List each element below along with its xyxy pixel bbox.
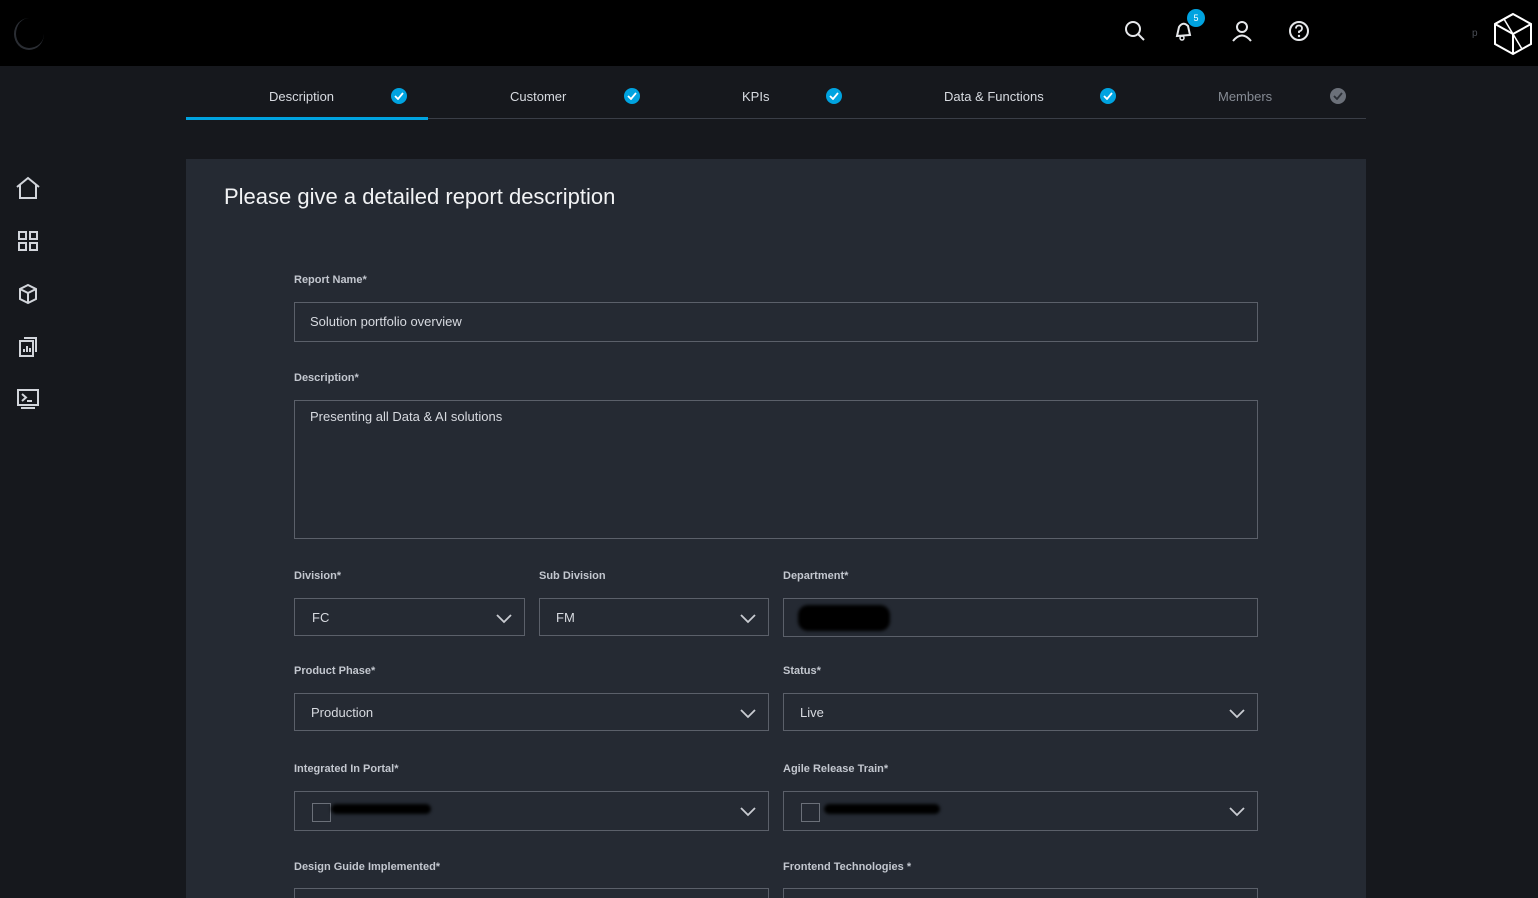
notification-badge: 5 (1187, 9, 1205, 27)
product-phase-label: Product Phase* (294, 665, 376, 677)
chevron-down-icon (740, 807, 756, 817)
description-value: Presenting all Data & AI solutions (310, 409, 503, 424)
redacted-value (798, 605, 890, 631)
tab-members[interactable]: Members (1154, 66, 1366, 119)
chevron-down-icon (740, 709, 756, 719)
division-label: Division* (294, 570, 342, 582)
division-value: FC (312, 610, 330, 625)
sub-division-label: Sub Division (539, 570, 606, 582)
brand-cube-icon (1492, 12, 1534, 56)
tab-label: Members (1218, 89, 1273, 104)
agile-release-train-select[interactable] (783, 791, 1258, 831)
department-input[interactable] (783, 598, 1258, 637)
check-icon (826, 88, 842, 104)
wizard-tabs: Description Customer KPIs Data & Functio… (186, 66, 1366, 120)
division-select[interactable]: FC (294, 598, 525, 636)
home-icon[interactable] (14, 174, 42, 202)
tab-label: Data & Functions (944, 89, 1044, 104)
product-phase-value: Production (311, 705, 374, 720)
frontend-technologies-select[interactable] (783, 888, 1258, 898)
status-label: Status* (783, 665, 821, 677)
user-icon[interactable] (1227, 16, 1257, 46)
tab-customer[interactable]: Customer (428, 66, 670, 119)
report-name-label: Report Name* (294, 274, 367, 286)
terminal-icon[interactable] (14, 385, 42, 413)
status-value: Live (800, 705, 824, 720)
design-guide-label: Design Guide Implemented* (294, 861, 441, 873)
help-icon[interactable] (1284, 16, 1314, 46)
integrated-portal-select[interactable] (294, 791, 769, 831)
agile-release-train-label: Agile Release Train* (783, 763, 889, 775)
tab-data-functions[interactable]: Data & Functions (912, 66, 1154, 119)
status-select[interactable]: Live (783, 693, 1258, 731)
check-icon (624, 88, 640, 104)
report-name-input[interactable]: Solution portfolio overview (294, 302, 1258, 342)
frontend-technologies-label: Frontend Technologies * (783, 861, 912, 873)
cube-icon[interactable] (14, 280, 42, 308)
description-label: Description* (294, 372, 359, 384)
tab-label: Description (269, 89, 335, 104)
redacted-value (331, 804, 431, 814)
page-title: Please give a detailed report descriptio… (224, 184, 616, 209)
integrated-portal-label: Integrated In Portal* (294, 763, 399, 775)
chevron-down-icon (740, 614, 756, 624)
chevron-down-icon (1229, 807, 1245, 817)
form-panel: Please give a detailed report descriptio… (186, 159, 1366, 898)
search-icon[interactable] (1120, 16, 1150, 46)
check-icon (1330, 88, 1346, 104)
department-label: Department* (783, 570, 849, 582)
grid-icon[interactable] (14, 227, 42, 255)
tab-description[interactable]: Description (186, 66, 428, 120)
app-logo[interactable] (14, 18, 44, 50)
check-icon (391, 88, 407, 104)
sub-division-value: FM (556, 610, 575, 625)
chevron-down-icon (496, 614, 512, 624)
product-phase-select[interactable]: Production (294, 693, 769, 731)
sub-division-select[interactable]: FM (539, 598, 769, 636)
report-name-value: Solution portfolio overview (310, 314, 462, 329)
report-icon[interactable] (14, 333, 42, 361)
chevron-down-icon (1229, 709, 1245, 719)
user-initial: p (1472, 28, 1478, 39)
top-bar: 5 p (0, 0, 1538, 66)
checkbox[interactable] (801, 803, 820, 822)
design-guide-select[interactable] (294, 888, 769, 898)
description-textarea[interactable]: Presenting all Data & AI solutions (294, 400, 1258, 539)
check-icon (1100, 88, 1116, 104)
checkbox[interactable] (312, 803, 331, 822)
tab-label: KPIs (742, 89, 770, 104)
sidebar (0, 66, 56, 898)
tab-kpis[interactable]: KPIs (670, 66, 912, 119)
tab-label: Customer (510, 89, 567, 104)
redacted-value (824, 804, 940, 814)
